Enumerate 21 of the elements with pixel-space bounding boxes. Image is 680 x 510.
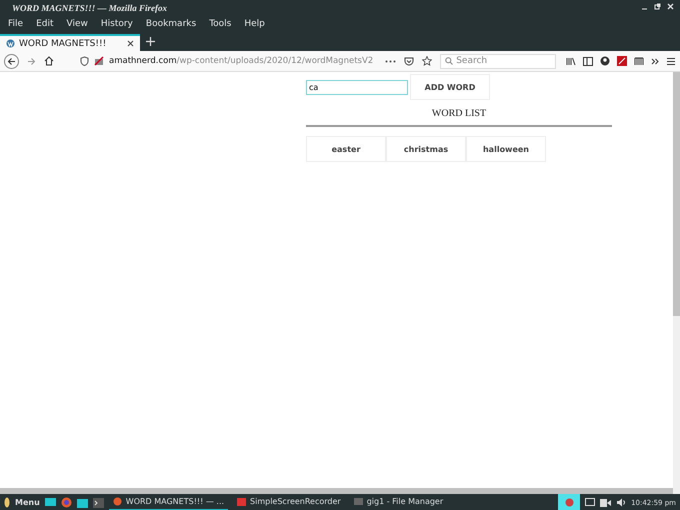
menu-item[interactable]: Bookmarks — [140, 18, 202, 28]
menu-item[interactable]: File — [3, 18, 28, 28]
menu-item[interactable]: View — [62, 18, 93, 28]
taskbar-window[interactable]: gig1 - File Manager — [350, 494, 448, 510]
menu-item[interactable]: Tools — [204, 18, 236, 28]
menu-item[interactable]: History — [96, 18, 138, 28]
window-title: WORD MAGNETS!!! — Mozilla Firefox — [12, 2, 168, 12]
browser-tab[interactable]: WORD MAGNETS!!! — [0, 34, 140, 51]
word-button[interactable]: christmas — [386, 136, 466, 162]
start-menu-button[interactable]: Menu — [15, 498, 40, 507]
word-button[interactable]: easter — [306, 136, 386, 162]
address-field[interactable]: amathnerd.com/wp-content/uploads/2020/12/wordMagnetsV2 — [109, 56, 374, 66]
add-word-button[interactable]: ADD WORD — [410, 74, 490, 100]
menu-item[interactable]: Edit — [31, 18, 58, 28]
word-input[interactable]: ca — [306, 80, 408, 94]
taskbar-window[interactable]: SimpleScreenRecorder — [233, 494, 345, 510]
taskbar-window[interactable]: WORD MAGNETS!!! — ... — [108, 494, 228, 510]
menu-item[interactable]: Help — [239, 18, 270, 28]
word-button[interactable]: halloween — [466, 136, 546, 162]
word-list-title: WORD LIST — [430, 108, 488, 119]
search-field[interactable]: Search — [440, 54, 556, 68]
